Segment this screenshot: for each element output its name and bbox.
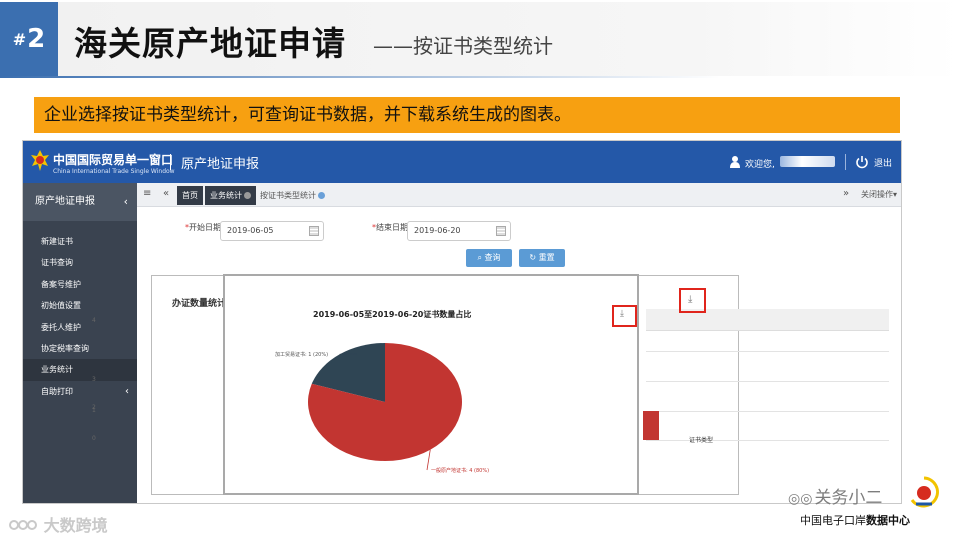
watermark-logo-icon: [9, 520, 37, 530]
power-icon[interactable]: [855, 155, 869, 169]
user-icon: [730, 156, 740, 168]
tab-label: 按证书类型统计: [260, 191, 316, 200]
gridline: [646, 381, 889, 382]
gridline: [646, 440, 889, 441]
username-redacted: [780, 156, 835, 167]
scroll-right-icon[interactable]: »: [843, 188, 849, 199]
sidebar-item-self-print[interactable]: 自助打印 ‹: [23, 381, 137, 402]
title-underline: [0, 76, 720, 78]
query-button[interactable]: ⌕ 查询: [466, 249, 512, 267]
footer-organization: 中国电子口岸数据中心: [800, 514, 910, 527]
start-date-label: *开始日期: [185, 223, 221, 232]
logo-text-en: China International Trade Single Window: [53, 168, 175, 175]
sidebar-item-principal-maintain[interactable]: 委托人维护: [23, 317, 137, 338]
close-icon[interactable]: [244, 192, 251, 199]
header-divider: [170, 154, 171, 170]
pie-label-leader: [426, 449, 431, 471]
pie-chart-panel: 2019-06-05至2019-06-20证书数量占比 ⤓ 加工贸易证书: 1 …: [223, 274, 639, 495]
tab-home[interactable]: 首页: [177, 186, 203, 205]
sidebar-item-tariff-query[interactable]: 协定税率查询: [23, 338, 137, 359]
x-axis-label: 证书类型: [689, 437, 714, 444]
pie-slice-label: 一般原产地证书: 4 (80%): [431, 467, 489, 474]
gridline: [646, 351, 889, 352]
close-icon[interactable]: [318, 192, 325, 199]
gridline: [646, 411, 889, 412]
sidebar-item-label: 自助打印: [41, 386, 73, 396]
tab-label: 业务统计: [210, 191, 242, 200]
sidebar-item-initial-settings[interactable]: 初始值设置: [23, 295, 137, 316]
end-date-input[interactable]: 2019-06-20: [407, 221, 511, 241]
tab-bar: ≡ « 首页 业务统计 按证书类型统计 » 关闭操作▾: [137, 183, 901, 207]
y-axis-tick: 4: [92, 317, 96, 324]
header-divider-2: [845, 154, 846, 170]
sidebar-item-business-stats[interactable]: 业务统计: [23, 359, 137, 381]
system-name: 原产地证申报: [181, 157, 260, 172]
logo-text-cn: 中国国际贸易单一窗口: [53, 153, 174, 167]
y-axis-tick: 1: [92, 407, 96, 414]
instruction-banner: 企业选择按证书类型统计，可查询证书数据，并下载系统生成的图表。: [34, 97, 900, 133]
menu-toggle-icon[interactable]: ≡: [143, 188, 151, 199]
bar-chart-bar: [643, 411, 659, 440]
logout-link[interactable]: 退出: [874, 156, 892, 169]
download-icon[interactable]: ⤓: [688, 294, 692, 305]
close-operations-dropdown[interactable]: 关闭操作▾: [861, 189, 897, 200]
sidebar: 原产地证申报 ‹ 新建证书 证书查询 备案号维护 初始值设置 委托人维护 协定税率…: [23, 183, 137, 503]
watermark-left: 大数跨境: [8, 512, 108, 536]
tab-business-stats[interactable]: 业务统计: [205, 186, 256, 205]
reset-button[interactable]: ↻ 重置: [519, 249, 565, 267]
calendar-icon[interactable]: [496, 226, 506, 236]
start-date-input[interactable]: 2019-06-05: [220, 221, 324, 241]
welcome-text: 欢迎您,: [745, 160, 775, 170]
emblem-badge-icon: [910, 476, 939, 508]
calendar-icon[interactable]: [309, 226, 319, 236]
sidebar-item-cert-query[interactable]: 证书查询: [23, 252, 137, 273]
download-button-highlight[interactable]: ⤓: [679, 288, 706, 313]
y-axis-tick: 0: [92, 435, 96, 442]
watermark-right: ◎◎ 关务小二: [788, 488, 883, 508]
single-window-logo-icon: [31, 150, 49, 171]
sidebar-header-label: 原产地证申报: [35, 196, 95, 207]
scroll-left-icon[interactable]: «: [163, 188, 169, 199]
refresh-icon: ↻: [529, 253, 539, 262]
sidebar-item-record-maintain[interactable]: 备案号维护: [23, 274, 137, 295]
chevron-left-icon: ‹: [123, 195, 128, 208]
tab-cert-type-stats[interactable]: 按证书类型统计: [255, 186, 330, 205]
page-title: 海关原产地证申请: [74, 24, 346, 63]
app-screenshot: 中国国际贸易单一窗口 China International Trade Sin…: [22, 140, 902, 504]
app-header: 中国国际贸易单一窗口 China International Trade Sin…: [23, 141, 901, 183]
search-icon: ⌕: [477, 253, 485, 262]
y-axis-tick: 3: [92, 376, 96, 383]
section-number: #2: [0, 2, 58, 76]
pie-slice-label: 加工贸易证书: 1 (20%): [275, 351, 328, 358]
stats-title: 办证数量统计(: [172, 299, 231, 309]
page-subtitle: ——按证书类型统计: [373, 34, 553, 58]
sidebar-item-new-cert[interactable]: 新建证书: [23, 231, 137, 252]
sidebar-header[interactable]: 原产地证申报 ‹: [23, 183, 137, 221]
end-date-label: *结束日期: [372, 223, 408, 232]
pie-chart: 加工贸易证书: 1 (20%) 一般原产地证书: 4 (80%): [275, 343, 489, 474]
wechat-icon: ◎◎: [788, 491, 813, 507]
close-ops-label: 关闭操作: [860, 190, 893, 199]
chevron-left-icon: ‹: [125, 385, 129, 397]
